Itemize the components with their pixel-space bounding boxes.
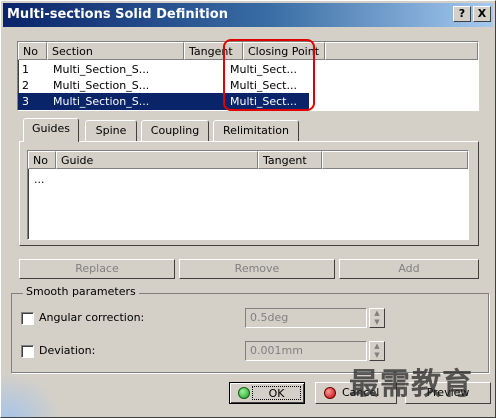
column-header-no[interactable]: No [28, 151, 56, 169]
remove-button[interactable]: Remove [179, 259, 335, 279]
title-bar[interactable]: Multi-sections Solid Definition [3, 3, 493, 27]
deviation-label: Deviation: [39, 344, 96, 357]
help-button[interactable]: ? [453, 6, 471, 22]
deviation-spinner[interactable]: ▲ ▼ [369, 341, 385, 361]
column-header-no[interactable]: No [18, 42, 47, 60]
list-item[interactable]: ... [28, 171, 468, 188]
angular-correction-checkbox[interactable] [21, 312, 34, 325]
row-no: 3 [22, 95, 29, 108]
tab-guides[interactable]: Guides [23, 118, 79, 142]
window-title: Multi-sections Solid Definition [7, 7, 228, 22]
ok-label: OK [268, 387, 285, 400]
cancel-icon [324, 387, 336, 399]
column-header-section[interactable]: Section [47, 42, 184, 60]
ok-icon [238, 387, 250, 399]
angular-correction-field[interactable]: 0.5deg [245, 308, 367, 328]
guides-table: No Guide Tangent ... [27, 150, 469, 240]
spin-up-icon[interactable]: ▲ [370, 342, 384, 351]
tab-relimitation[interactable]: Relimitation [213, 120, 299, 142]
add-button[interactable]: Add [339, 259, 479, 279]
spin-down-icon[interactable]: ▼ [370, 318, 384, 327]
spin-up-icon[interactable]: ▲ [370, 309, 384, 318]
closing-point-highlight [223, 39, 315, 111]
row-section: Multi_Section_S... [53, 63, 150, 76]
column-header-guide[interactable]: Guide [56, 151, 258, 169]
tab-spine[interactable]: Spine [85, 120, 137, 142]
smooth-parameters-legend: Smooth parameters [23, 285, 139, 298]
column-header-filler [322, 151, 468, 169]
ok-button[interactable]: OK [229, 382, 305, 404]
row-no: 1 [22, 63, 29, 76]
close-button[interactable]: X [473, 6, 491, 22]
deviation-checkbox[interactable] [21, 345, 34, 358]
watermark-text: 最需教育 [349, 367, 473, 402]
column-header-tangent[interactable]: Tangent [258, 151, 322, 169]
angular-correction-spinner[interactable]: ▲ ▼ [369, 308, 385, 328]
tab-coupling[interactable]: Coupling [141, 120, 209, 142]
dialog-window: Multi-sections Solid Definition ? X No S… [0, 0, 496, 418]
placeholder-row: ... [34, 173, 45, 186]
row-no: 2 [22, 79, 29, 92]
column-header-filler [325, 42, 478, 60]
angular-correction-label: Angular correction: [39, 311, 145, 324]
row-section: Multi_Section_S... [53, 95, 150, 108]
row-section: Multi_Section_S... [53, 79, 150, 92]
corner-decoration [1, 373, 61, 417]
deviation-field[interactable]: 0.001mm [245, 341, 367, 361]
replace-button[interactable]: Replace [19, 259, 175, 279]
